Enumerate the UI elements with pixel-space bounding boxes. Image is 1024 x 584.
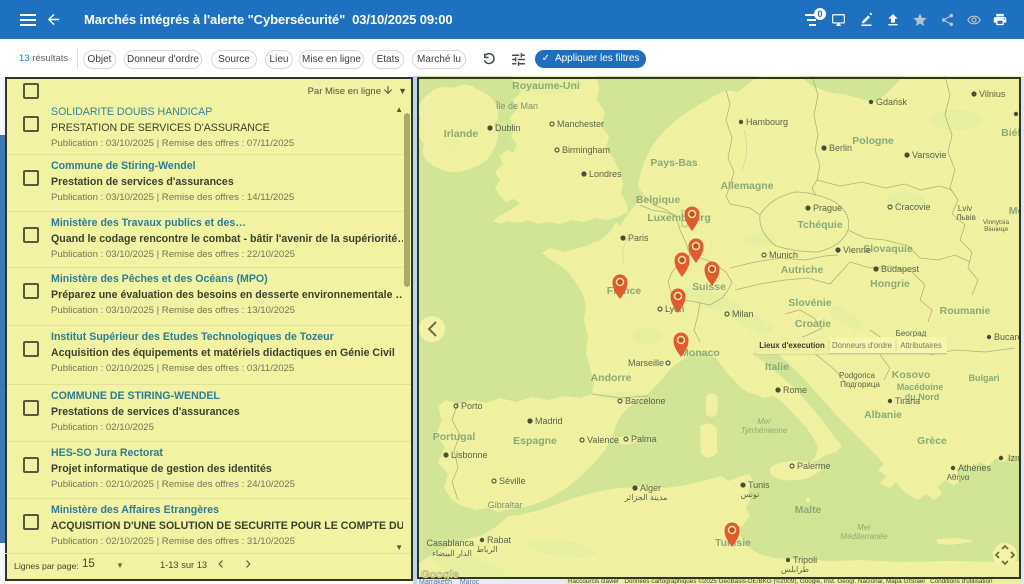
svg-text:Подгорица: Подгорица [840,380,880,389]
svg-text:Luxembourg: Luxembourg [647,212,711,224]
svg-text:تونس: تونس [741,490,760,499]
svg-text:Pays-Bas: Pays-Bas [650,157,697,169]
svg-text:Tchéquie: Tchéquie [797,219,842,231]
svg-text:Mer: Mer [757,417,771,426]
svg-text:Вінниця: Вінниця [984,225,1008,233]
svg-text:الدار البيضاء: الدار البيضاء [432,549,472,558]
svg-text:Prague: Prague [813,203,842,213]
svg-text:Dublin: Dublin [495,123,521,133]
svg-text:Séville: Séville [499,476,526,486]
svg-text:Tyrrhénienne: Tyrrhénienne [741,426,788,435]
svg-text:Marseille: Marseille [628,358,664,368]
svg-text:Berlin: Berlin [829,143,852,153]
svg-text:Milan: Milan [732,309,754,319]
svg-text:Αθήνα: Αθήνα [947,473,970,482]
svg-text:Gibraltar: Gibraltar [488,500,523,510]
svg-text:Raccourcis clavier Données c: Raccourcis clavier Données cartographiqu… [568,577,993,584]
svg-text:Cracovie: Cracovie [895,202,931,212]
svg-text:Méditerranée: Méditerranée [840,532,888,541]
svg-text:Rome: Rome [783,385,807,395]
svg-text:Vienne: Vienne [843,245,871,255]
svg-text:Kosovo: Kosovo [892,369,931,381]
svg-text:مدينة الجزائر: مدينة الجزائر [624,493,668,502]
svg-text:Madrid: Madrid [535,416,563,426]
svg-text:Andorre: Andorre [591,372,632,384]
svg-text:Autriche: Autriche [781,264,824,276]
svg-text:Podgorica: Podgorica [839,371,876,380]
svg-text:Rabat: Rabat [487,535,512,545]
svg-text:Bulgari: Bulgari [968,373,999,383]
svg-text:Mer: Mer [857,523,871,532]
svg-text:Slovénie: Slovénie [788,297,831,309]
svg-text:Irlande: Irlande [444,128,479,140]
svg-text:Donneurs d'ordre: Donneurs d'ordre [832,341,892,350]
svg-text:Београд: Београд [896,329,927,338]
svg-text:Lviv: Lviv [958,204,972,213]
svg-text:Suisse: Suisse [692,281,726,293]
svg-text:Roumanie: Roumanie [940,305,991,317]
svg-text:Vilnius: Vilnius [979,89,1006,99]
svg-text:Royaume-Uni: Royaume-Uni [512,80,580,92]
svg-text:Vinnytsia: Vinnytsia [983,219,1010,226]
svg-text:Casablanca: Casablanca [426,538,474,548]
svg-text:Attributaires: Attributaires [900,341,942,350]
svg-text:طرابلس: طرابلس [781,565,809,574]
svg-text:الرباط: الرباط [476,545,497,554]
svg-text:Portugal: Portugal [433,431,476,443]
svg-text:Munich: Munich [769,250,798,260]
svg-text:Albanie: Albanie [864,409,902,421]
svg-text:Paris: Paris [628,233,649,243]
svg-text:Varsovie: Varsovie [912,150,946,160]
svg-text:Tripoli: Tripoli [793,555,817,565]
svg-text:Allemagne: Allemagne [720,180,773,192]
svg-text:Londres: Londres [589,169,622,179]
svg-text:Italie: Italie [765,361,789,373]
svg-text:Grèce: Grèce [917,435,947,447]
svg-text:Manchester: Manchester [557,119,604,129]
svg-text:Gdańsk: Gdańsk [876,97,908,107]
svg-text:Tirana: Tirana [895,396,920,406]
svg-text:Budapest: Budapest [881,264,920,274]
svg-text:Hambourg: Hambourg [746,117,788,127]
svg-text:Pologne: Pologne [852,135,894,147]
svg-text:0: 0 [817,9,822,19]
svg-text:Macédoine: Macédoine [897,382,944,392]
svg-text:Île de Man: Île de Man [495,101,538,111]
svg-text:Espagne: Espagne [513,435,557,447]
svg-text:Palerme: Palerme [797,461,831,471]
svg-text:Malte: Malte [795,504,822,516]
svg-text:Lisbonne: Lisbonne [451,450,488,460]
svg-text:Croatie: Croatie [795,318,831,330]
svg-text:Marrakech Maroc: Marrakech Maroc [419,579,480,584]
svg-text:Birmingham: Birmingham [562,145,610,155]
svg-text:Porto: Porto [461,401,483,411]
svg-text:Belgique: Belgique [636,194,680,206]
svg-text:Barcelone: Barcelone [625,396,666,406]
svg-text:Lieux d'execution: Lieux d'execution [759,341,825,350]
svg-text:Tunis: Tunis [748,480,770,490]
svg-text:Alger: Alger [640,483,661,493]
svg-text:Hongrie: Hongrie [870,278,910,290]
svg-text:Львів: Львів [956,213,976,222]
svg-text:Palma: Palma [631,434,657,444]
svg-text:Valence: Valence [587,435,619,445]
svg-text:Athènes: Athènes [958,463,992,473]
